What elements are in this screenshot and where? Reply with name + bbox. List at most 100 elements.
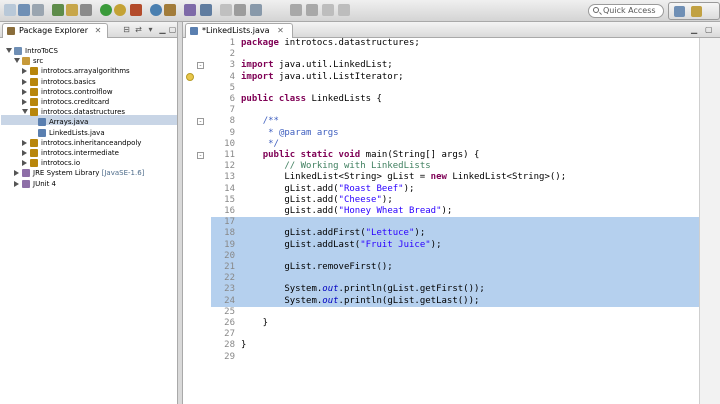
close-icon[interactable]: ✕ <box>277 26 284 35</box>
code-editor[interactable]: 1 package introtocs.datastructures; 2 3 impo… <box>211 38 699 404</box>
code-line[interactable]: */ <box>241 139 279 150</box>
tree-item-label: introtocs.inheritanceandpoly <box>41 138 142 147</box>
fold-toggle-icon[interactable]: - <box>197 152 204 159</box>
expand-right-icon[interactable] <box>22 78 27 85</box>
expand-right-icon[interactable] <box>14 180 19 187</box>
code-line[interactable]: import java.util.ListIterator; <box>241 72 404 83</box>
tree-item-label: introtocs.datastructures <box>41 108 126 117</box>
expand-down-icon[interactable] <box>6 48 12 53</box>
line-number: 23 <box>224 284 235 295</box>
editor-gutter[interactable]: - - - <box>183 38 211 404</box>
main-toolbar: Quick Access <box>0 0 720 22</box>
code-line[interactable]: // Working with LinkedLists <box>241 161 430 172</box>
editor-tab-linkedlists[interactable]: *LinkedLists.java ✕ <box>185 23 293 38</box>
expand-right-icon[interactable] <box>14 170 19 177</box>
expand-right-icon[interactable] <box>22 99 27 105</box>
warning-marker-icon[interactable] <box>186 73 194 82</box>
code-line[interactable]: } <box>241 340 246 351</box>
tree-item-label: JUnit 4 <box>33 179 56 188</box>
fold-toggle-icon[interactable]: - <box>197 118 204 126</box>
expand-right-icon[interactable] <box>22 150 27 156</box>
code-line[interactable]: package introtocs.datastructures; <box>241 38 420 49</box>
code-line[interactable]: /** <box>241 116 279 127</box>
code-line[interactable]: } <box>241 318 268 329</box>
external-tools-icon[interactable] <box>130 4 142 16</box>
maximize-icon[interactable]: ▢ <box>168 25 177 34</box>
expand-right-icon[interactable] <box>22 160 27 167</box>
perspective-debug-icon[interactable] <box>691 6 702 17</box>
package-explorer-tab[interactable]: Package Explorer ✕ <box>2 23 109 38</box>
tree-item-label: introtocs.intermediate <box>41 149 119 157</box>
line-number: 6 <box>229 94 235 104</box>
line-number: 20 <box>224 250 235 261</box>
maximize-icon[interactable]: ▢ <box>705 25 713 34</box>
code-line[interactable]: LinkedList<String> gList = new LinkedLis… <box>241 172 566 183</box>
code-line[interactable]: gList.addFirst("Lettuce"); <box>241 228 425 239</box>
collapse-all-icon[interactable]: ⊟ <box>122 25 131 34</box>
code-line[interactable]: import java.util.LinkedList; <box>241 60 393 71</box>
eclipse-window: Quick Access Package Explorer ✕ ⊟ ⇄ ▾ ▁ … <box>0 0 720 404</box>
line-number: 15 <box>224 194 235 205</box>
minimize-icon[interactable]: ▁ <box>158 25 167 34</box>
history-back-icon[interactable] <box>322 4 334 16</box>
line-number: 22 <box>224 273 235 284</box>
source-folder-icon <box>22 57 30 66</box>
open-type-icon[interactable] <box>184 4 196 16</box>
run-icon[interactable] <box>100 4 112 16</box>
forward-icon[interactable] <box>306 4 318 16</box>
minimize-icon[interactable]: ▁ <box>691 25 697 34</box>
library-icon <box>22 169 30 178</box>
line-number: 29 <box>224 351 235 362</box>
pin-icon[interactable] <box>250 4 262 16</box>
save-icon[interactable] <box>18 4 30 16</box>
tree-item-label: introtocs.controlflow <box>41 87 113 96</box>
expand-right-icon[interactable] <box>22 68 27 75</box>
code-line[interactable]: gList.removeFirst(); <box>241 262 392 273</box>
fold-toggle-icon[interactable]: - <box>197 62 204 70</box>
expand-down-icon[interactable] <box>14 58 20 64</box>
line-number: 25 <box>224 306 235 317</box>
code-line[interactable]: gList.addLast("Fruit Juice"); <box>241 240 441 251</box>
tree-item-label: Arrays.java <box>49 118 89 127</box>
quick-access-field[interactable]: Quick Access <box>588 4 664 18</box>
line-number: 17 <box>224 217 235 228</box>
new-class-icon[interactable] <box>150 4 162 16</box>
tree-item-label: introtocs.creditcard <box>41 98 110 106</box>
code-line[interactable]: System.out.println(gList.getLast()); <box>241 296 479 307</box>
code-line[interactable]: gList.add("Cheese"); <box>241 195 392 206</box>
code-line[interactable]: public static void main(String[] args) { <box>241 150 480 161</box>
expand-down-icon[interactable] <box>22 109 28 115</box>
tool-icon[interactable] <box>66 4 78 16</box>
line-number: 7 <box>229 105 235 116</box>
new-icon[interactable] <box>4 4 16 16</box>
debug-run-icon[interactable] <box>114 4 126 16</box>
code-line[interactable]: System.out.println(gList.getFirst()); <box>241 284 485 295</box>
selection-highlight <box>211 250 699 262</box>
perspective-switcher[interactable] <box>668 2 720 20</box>
link-with-editor-icon[interactable]: ⇄ <box>134 25 143 34</box>
perspective-java-icon[interactable] <box>674 6 685 17</box>
search-icon[interactable] <box>200 4 212 16</box>
line-number: 24 <box>224 295 235 306</box>
package-icon <box>30 98 38 106</box>
expand-right-icon[interactable] <box>22 139 27 146</box>
back-icon[interactable] <box>290 4 302 16</box>
line-number: 16 <box>224 206 235 216</box>
new-package-icon[interactable] <box>164 4 176 16</box>
expand-right-icon[interactable] <box>22 88 27 95</box>
line-number: 11 <box>224 150 235 160</box>
history-forward-icon[interactable] <box>338 4 350 16</box>
debug-icon[interactable] <box>52 4 64 16</box>
code-line[interactable]: * @param args <box>241 128 338 139</box>
vertical-scrollbar[interactable] <box>699 38 720 404</box>
close-icon[interactable]: ✕ <box>95 26 102 35</box>
code-line[interactable]: public class LinkedLists { <box>241 94 382 105</box>
next-annotation-icon[interactable] <box>234 4 246 16</box>
settings-icon[interactable] <box>80 4 92 16</box>
code-line[interactable]: gList.add("Roast Beef"); <box>241 184 414 195</box>
view-menu-icon[interactable]: ▾ <box>146 25 155 34</box>
print-icon[interactable] <box>32 4 44 16</box>
java-file-icon <box>38 118 46 127</box>
code-line[interactable]: gList.add("Honey Wheat Bread"); <box>241 206 452 217</box>
annotation-icon[interactable] <box>220 4 232 16</box>
